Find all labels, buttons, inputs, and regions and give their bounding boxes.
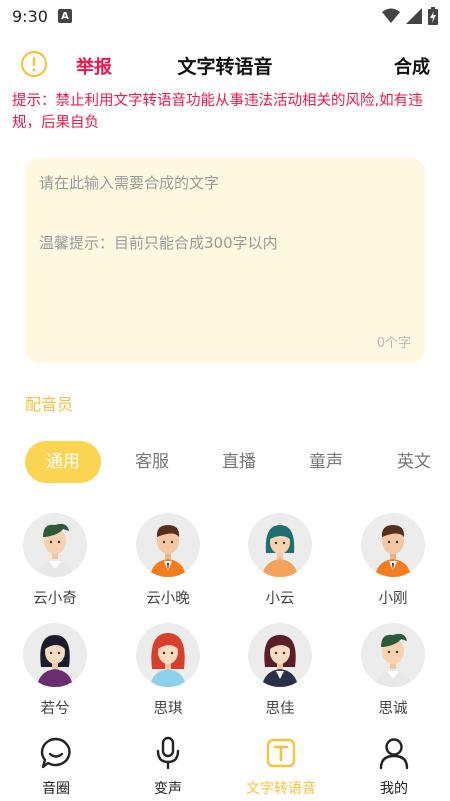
person-icon: [379, 738, 409, 770]
notification-a-icon: A: [57, 9, 72, 23]
voice-item[interactable]: 小刚: [348, 513, 438, 608]
text-icon: [266, 738, 296, 768]
nav-label: 变声: [154, 781, 182, 797]
nav-label: 我的: [380, 781, 408, 797]
nav-item-text-to-speech[interactable]: 文字转语音: [225, 730, 337, 798]
voice-name: 小云: [265, 591, 295, 607]
voice-name: 思诚: [378, 701, 408, 717]
page-title: 文字转语音: [177, 56, 273, 78]
voice-item[interactable]: 云小晚: [123, 513, 213, 608]
voice-item[interactable]: 思琪: [123, 623, 213, 718]
tab-english[interactable]: 英文: [388, 441, 440, 483]
battery-icon: [428, 7, 438, 25]
woman-avatar-icon: [23, 623, 87, 687]
char-count: 0个字: [376, 336, 411, 351]
voice-name: 云小晚: [146, 591, 190, 607]
voice-category-tabs: 通用 客服 直播 童声 英文: [25, 441, 450, 485]
woman-avatar-icon: [136, 623, 200, 687]
microphone-icon: [156, 736, 180, 770]
voice-section-label: 配音员: [25, 395, 74, 414]
status-right: [382, 7, 438, 25]
tab-customer-service[interactable]: 客服: [126, 441, 178, 483]
tab-general[interactable]: 通用: [25, 441, 101, 483]
bottom-nav: 音圈 变声 文字转语音 我的: [0, 730, 450, 801]
tab-live[interactable]: 直播: [213, 441, 265, 483]
status-bar: 9:30 A: [0, 0, 450, 32]
voice-name: 若兮: [40, 701, 70, 717]
man-avatar-icon: [23, 513, 87, 577]
voice-name: 思佳: [265, 701, 295, 717]
voice-item[interactable]: 云小奇: [10, 513, 100, 608]
tab-child-voice[interactable]: 童声: [300, 441, 352, 483]
man-avatar-icon: [361, 623, 425, 687]
status-time: 9:30: [12, 6, 48, 26]
voice-item[interactable]: 若兮: [10, 623, 100, 718]
voice-name: 思琪: [153, 701, 183, 717]
voice-item[interactable]: 思诚: [348, 623, 438, 718]
voice-item[interactable]: 思佳: [235, 623, 325, 718]
nav-label: 音圈: [42, 781, 70, 797]
input-placeholder: 请在此输入需要合成的文字: [39, 174, 220, 192]
voice-name: 小刚: [378, 591, 408, 607]
status-left: 9:30 A: [12, 7, 72, 26]
man-avatar-icon: [136, 513, 200, 577]
woman-avatar-icon: [248, 513, 312, 577]
chat-bubble-icon: [40, 737, 71, 769]
nav-item-voice-change[interactable]: 变声: [112, 730, 224, 798]
report-button[interactable]: 举报: [76, 53, 112, 79]
warning-icon[interactable]: [20, 50, 48, 78]
text-input-area[interactable]: 请在此输入需要合成的文字 温馨提示：目前只能合成300字以内 0个字: [25, 158, 425, 363]
signal-icon: [406, 8, 422, 24]
warning-text: 提示：禁止利用文字转语音功能从事违法活动相关的风险,如有违规，后果自负: [12, 93, 423, 131]
voice-name: 云小奇: [33, 591, 77, 607]
wifi-icon: [382, 8, 400, 23]
nav-item-mine[interactable]: 我的: [338, 730, 450, 798]
nav-item-circle[interactable]: 音圈: [0, 730, 112, 798]
input-tip: 温馨提示：目前只能合成300字以内: [39, 234, 278, 252]
header: 举报 文字转语音 合成: [0, 40, 450, 90]
compose-button[interactable]: 合成: [394, 53, 430, 79]
nav-label: 文字转语音: [246, 781, 316, 797]
woman-avatar-icon: [248, 623, 312, 687]
man-avatar-icon: [361, 513, 425, 577]
voice-item[interactable]: 小云: [235, 513, 325, 608]
